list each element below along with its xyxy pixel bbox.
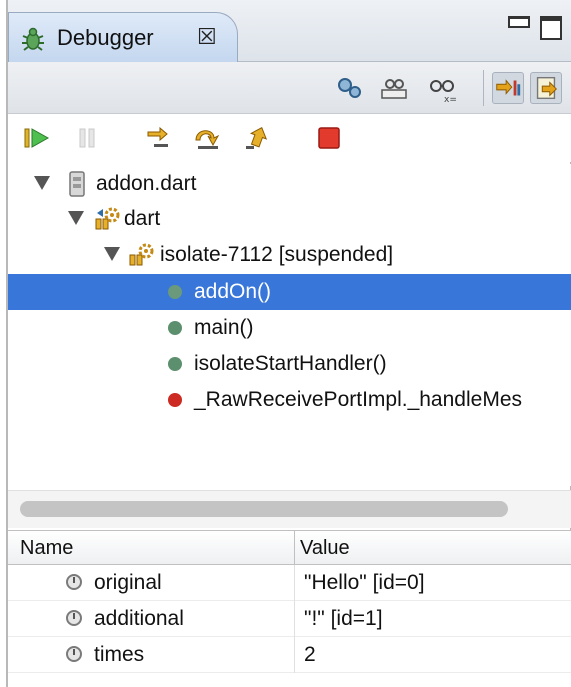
dart-file-icon — [69, 171, 85, 197]
stack-frame-item[interactable]: addOn() — [8, 274, 571, 310]
local-variable-icon — [66, 574, 82, 590]
terminate-icon[interactable] — [314, 124, 344, 152]
maximize-icon[interactable] — [540, 16, 562, 40]
toolbar-separator — [483, 70, 484, 106]
variables-table: Name Value original "Hello" [id=0] addit… — [8, 530, 571, 687]
isolate-icon — [129, 243, 154, 266]
breakpoints-icon[interactable] — [334, 72, 366, 104]
step-return-icon[interactable] — [244, 124, 274, 152]
close-icon[interactable]: ☒ — [197, 24, 217, 50]
bug-icon — [22, 27, 44, 51]
column-divider[interactable] — [294, 531, 295, 565]
svg-text:x=: x= — [444, 95, 457, 104]
variable-value: "Hello" [id=0] — [304, 571, 425, 594]
tree-item-label: addon.dart — [96, 172, 197, 195]
expanded-triangle-icon[interactable] — [68, 211, 84, 225]
debug-toolbar — [8, 114, 571, 162]
stack-frame-icon — [168, 321, 182, 335]
local-variable-icon — [66, 646, 82, 662]
table-header: Name Value — [8, 531, 571, 565]
view-toolbar: x= — [8, 62, 571, 114]
variable-value: 2 — [304, 643, 316, 666]
variable-name: additional — [94, 607, 184, 630]
tab-title: Debugger — [57, 25, 154, 50]
expanded-triangle-icon[interactable] — [104, 247, 120, 261]
step-filter-icon[interactable] — [492, 72, 524, 104]
stack-frame-item[interactable]: main() — [8, 310, 571, 346]
variable-name: original — [94, 571, 162, 594]
debugger-view: Debugger ☒ x= addon.dart dart isolate-71… — [6, 0, 571, 687]
glasses-icon[interactable]: x= — [426, 72, 458, 104]
local-variable-icon — [66, 610, 82, 626]
variable-value: "!" [id=1] — [304, 607, 383, 630]
stack-frame-label: _RawReceivePortImpl._handleMes — [194, 388, 522, 411]
stack-frame-item[interactable]: isolateStartHandler() — [8, 346, 571, 382]
tree-item-isolate[interactable]: isolate-7112 [suspended] — [8, 237, 571, 273]
show-variables-icon[interactable] — [378, 72, 410, 104]
tree-item-label: dart — [124, 207, 161, 230]
stack-frame-label: isolateStartHandler() — [194, 352, 387, 375]
stack-frame-icon — [168, 285, 182, 299]
tree-item-label: isolate-7112 [suspended] — [160, 243, 394, 266]
stack-frame-label: main() — [194, 316, 254, 339]
tree-item-project[interactable]: addon.dart — [8, 166, 571, 202]
debug-tree[interactable]: addon.dart dart isolate-7112 [suspended]… — [8, 164, 571, 486]
table-row[interactable]: additional "!" [id=1] — [8, 601, 571, 637]
step-into-icon[interactable] — [144, 124, 174, 152]
tree-item-launch[interactable]: dart — [8, 201, 571, 237]
stack-frame-icon — [168, 357, 182, 371]
variable-name: times — [94, 643, 145, 666]
suspend-icon[interactable] — [72, 124, 102, 152]
horizontal-scrollbar[interactable] — [8, 490, 571, 528]
step-over-icon[interactable] — [192, 124, 222, 152]
view-tab-bar: Debugger ☒ — [8, 0, 571, 62]
column-header-value[interactable]: Value — [300, 537, 350, 560]
column-header-name[interactable]: Name — [20, 537, 73, 560]
stack-frame-item[interactable]: _RawReceivePortImpl._handleMes — [8, 382, 571, 418]
process-icon — [95, 207, 120, 230]
stack-frame-error-icon — [168, 393, 182, 407]
expanded-triangle-icon[interactable] — [34, 176, 50, 190]
tab-debugger[interactable]: Debugger ☒ — [8, 12, 238, 62]
table-row[interactable]: times 2 — [8, 637, 571, 673]
expand-icon[interactable] — [530, 72, 562, 104]
resume-icon[interactable] — [22, 124, 52, 152]
scrollbar-thumb[interactable] — [20, 501, 508, 517]
column-divider — [294, 637, 295, 673]
minimize-icon[interactable] — [508, 16, 530, 28]
column-divider — [294, 601, 295, 637]
stack-frame-label: addOn() — [194, 280, 272, 303]
table-row[interactable]: original "Hello" [id=0] — [8, 565, 571, 601]
column-divider — [294, 565, 295, 601]
